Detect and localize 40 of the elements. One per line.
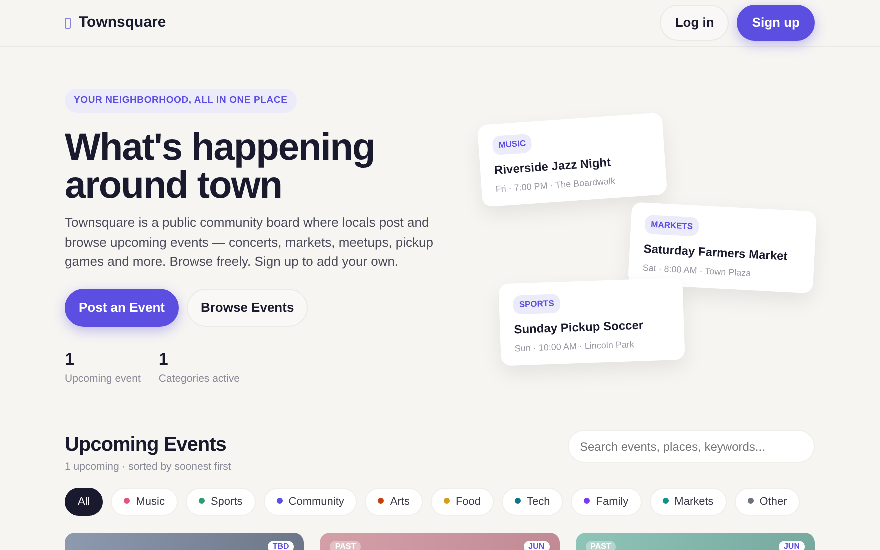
browse-events-button[interactable]: Browse Events: [186, 289, 308, 327]
category-tag: SPORTS: [513, 294, 561, 314]
filter-chip[interactable]: Sports: [186, 488, 256, 516]
date-badge: JUN: [778, 541, 805, 550]
category-tag: MARKETS: [644, 214, 700, 236]
filter-chip[interactable]: Tech: [502, 488, 564, 516]
filter-chip[interactable]: Food: [430, 488, 494, 516]
filter-chip[interactable]: Music: [111, 488, 178, 516]
event-title: Riverside Jazz Night: [494, 154, 612, 178]
logo-icon: [65, 18, 71, 28]
filter-chip[interactable]: Other: [734, 488, 800, 516]
date-badge: TBD: [268, 541, 294, 550]
event-meta: Sat · 8:00 AM · Town Plaza: [642, 262, 752, 280]
filter-chip[interactable]: Community: [264, 488, 358, 516]
filter-chip[interactable]: Arts: [365, 488, 423, 516]
search-field[interactable]: Search events, places, keywords...: [568, 430, 815, 464]
post-event-button[interactable]: Post an Event: [65, 289, 179, 327]
brand-name[interactable]: Townsquare: [79, 12, 166, 34]
category-tag: MUSIC: [492, 134, 533, 156]
stat-label: Categories active: [158, 372, 240, 388]
filter-chip[interactable]: All: [65, 488, 104, 516]
stat-value: 1: [65, 348, 76, 371]
date-badge: JUN: [524, 541, 550, 550]
signup-button[interactable]: Sign up: [737, 5, 815, 41]
login-button[interactable]: Log in: [660, 5, 730, 41]
hero-title: What's happening around town: [65, 129, 376, 206]
event-title: Saturday Farmers Market: [643, 240, 790, 264]
stat-value: 1: [158, 348, 170, 371]
event-meta: Fri · 7:00 PM · The Boardwalk: [495, 174, 617, 196]
stat-label: Upcoming event: [65, 372, 141, 388]
filter-chip[interactable]: Family: [571, 488, 642, 516]
event-title: Sunday Pickup Soccer: [514, 316, 645, 338]
filter-chip[interactable]: Markets: [650, 488, 727, 516]
status-badge: PAST: [586, 541, 616, 550]
event-meta: Sun · 10:00 AM · Lincoln Park: [514, 338, 636, 356]
section-subtitle: 1 upcoming · sorted by soonest first: [65, 460, 232, 476]
section-title: Upcoming Events: [65, 433, 228, 458]
hero-description: Townsquare is a public community board where locals post and browse upcoming events — concerts, markets, meetups, pickup games and more. Browse freely. Sign up to add your own.: [65, 214, 434, 272]
eyebrow-tag: YOUR NEIGHBORHOOD, ALL IN ONE PLACE: [65, 89, 297, 114]
status-badge: PAST: [330, 541, 362, 550]
